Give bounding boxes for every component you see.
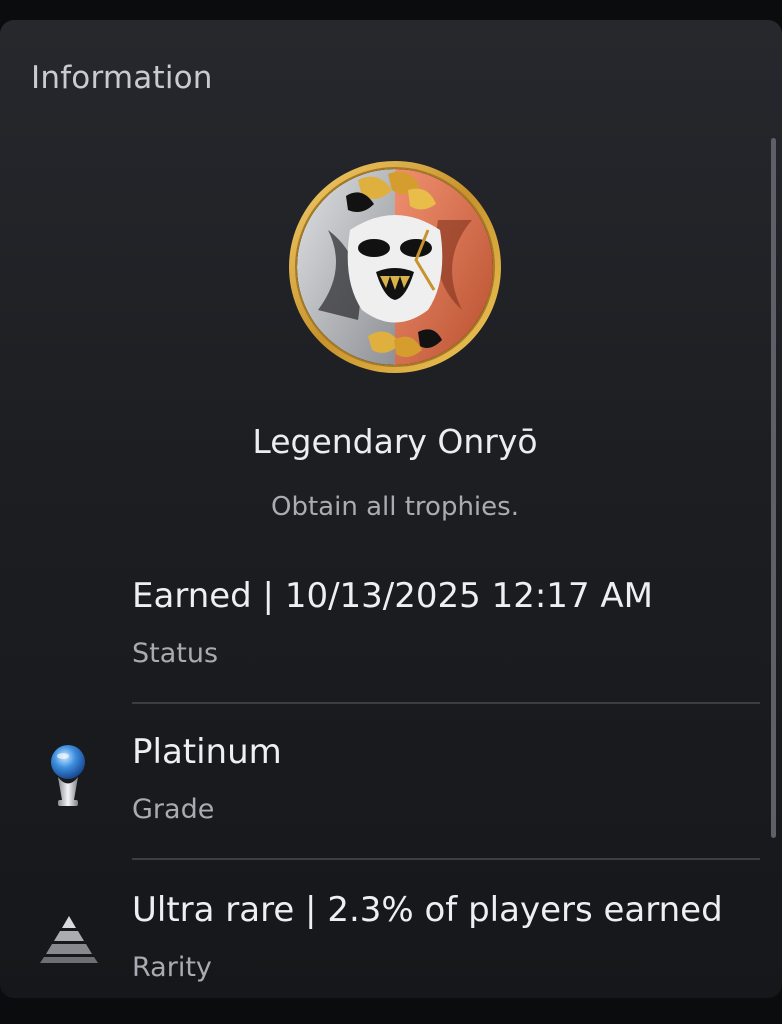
grade-label: Grade [132, 794, 215, 825]
grade-value: Platinum [132, 732, 282, 772]
rarity-value: Ultra rare | 2.3% of players earned [132, 890, 723, 930]
onryo-mask-trophy-icon [288, 160, 502, 374]
status-label: Status [132, 638, 219, 669]
divider [132, 858, 760, 860]
status-value: Earned | 10/13/2025 12:17 AM [132, 576, 653, 616]
status-row: Earned | 10/13/2025 12:17 AM Status [0, 576, 782, 706]
information-panel: Information Legendary Onryō Obtain all t… [0, 20, 782, 998]
platinum-trophy-icon [46, 744, 90, 814]
rarity-pyramid-icon [40, 916, 98, 968]
rarity-label: Rarity [132, 952, 212, 983]
trophy-artwork [289, 161, 501, 373]
trophy-description: Obtain all trophies. [271, 492, 519, 522]
divider [132, 702, 760, 704]
rarity-row: Ultra rare | 2.3% of players earned Rari… [0, 890, 782, 998]
panel-title: Information [31, 60, 213, 96]
trophy-name: Legendary Onryō [252, 422, 538, 461]
grade-row: Platinum Grade [0, 732, 782, 862]
